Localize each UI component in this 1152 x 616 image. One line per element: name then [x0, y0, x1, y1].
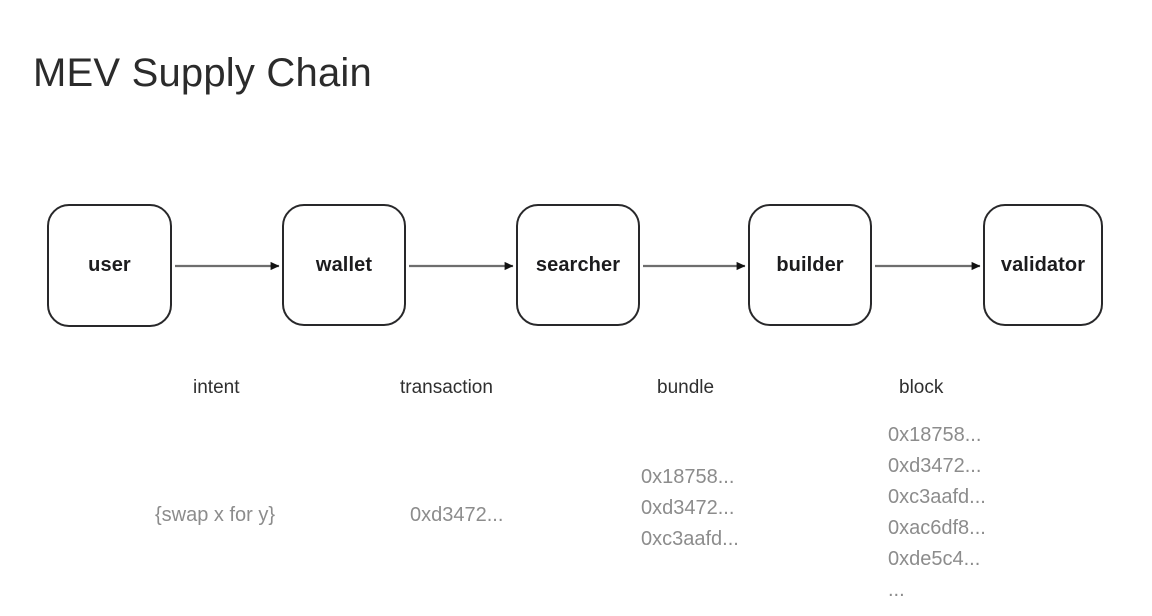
- payload-line: {swap x for y}: [155, 504, 276, 526]
- node-builder[interactable]: builder: [748, 204, 872, 326]
- edge-label-intent: intent: [193, 377, 240, 398]
- node-wallet[interactable]: wallet: [282, 204, 406, 326]
- payload-line: 0xac6df8...: [888, 517, 986, 539]
- payload-bundle: 0x18758... 0xd3472... 0xc3aafd...: [641, 462, 739, 555]
- node-label-builder: builder: [776, 253, 844, 276]
- edge-label-block: block: [899, 377, 944, 398]
- payload-line: 0xc3aafd...: [888, 486, 986, 508]
- payload-intent: {swap x for y}: [155, 500, 275, 531]
- payload-ellipsis: ...: [888, 579, 905, 601]
- node-user[interactable]: user: [47, 204, 172, 327]
- page-title: MEV Supply Chain: [33, 51, 372, 95]
- payload-line: 0xd3472...: [888, 455, 982, 477]
- payload-block: 0x18758... 0xd3472... 0xc3aafd... 0xac6d…: [888, 420, 986, 606]
- payload-line: 0x18758...: [888, 424, 982, 446]
- payload-line: 0x18758...: [641, 466, 735, 488]
- node-label-user: user: [88, 254, 131, 276]
- node-searcher[interactable]: searcher: [516, 204, 640, 326]
- node-label-wallet: wallet: [315, 253, 373, 276]
- node-validator[interactable]: validator: [983, 204, 1103, 326]
- payload-line: 0xde5c4...: [888, 548, 981, 570]
- payload-line: 0xc3aafd...: [641, 528, 739, 550]
- payload-transaction: 0xd3472...: [410, 500, 503, 531]
- edge-label-transaction: transaction: [400, 377, 493, 398]
- payload-line: 0xd3472...: [410, 504, 504, 526]
- payload-line: 0xd3472...: [641, 497, 735, 519]
- node-label-validator: validator: [1000, 253, 1086, 276]
- diagram-canvas: MEV Supply Chain user wallet searcher bu…: [0, 0, 1152, 616]
- node-label-searcher: searcher: [535, 253, 621, 276]
- edge-label-bundle: bundle: [657, 377, 715, 398]
